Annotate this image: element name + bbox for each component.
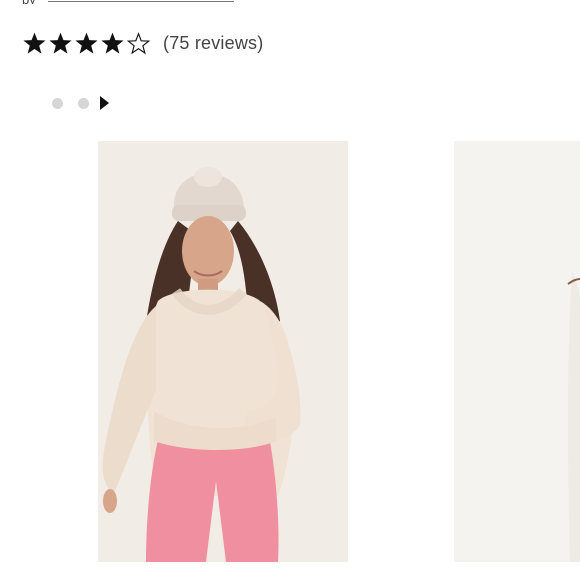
product-photo-illustration xyxy=(454,141,580,562)
triangle-right-icon[interactable] xyxy=(100,96,109,110)
product-image-2[interactable] xyxy=(454,141,580,562)
carousel-controls xyxy=(52,96,109,110)
star-filled-icon xyxy=(101,32,124,54)
product-image-1[interactable] xyxy=(98,141,348,562)
star-filled-icon xyxy=(49,32,72,54)
star-rating xyxy=(22,31,151,56)
brand-link-cutoff[interactable]: by xyxy=(22,0,234,4)
carousel-dot[interactable] xyxy=(78,97,89,109)
brand-prefix: by xyxy=(22,0,36,4)
reviews-link[interactable]: (75 reviews) xyxy=(163,33,263,54)
brand-link-underline xyxy=(48,1,234,2)
rating-row: (75 reviews) xyxy=(22,29,263,57)
star-filled-icon xyxy=(23,32,46,54)
star-filled-icon xyxy=(75,32,98,54)
product-photo-illustration xyxy=(98,141,348,562)
carousel-dot[interactable] xyxy=(52,97,63,109)
star-outline-icon xyxy=(126,31,151,54)
